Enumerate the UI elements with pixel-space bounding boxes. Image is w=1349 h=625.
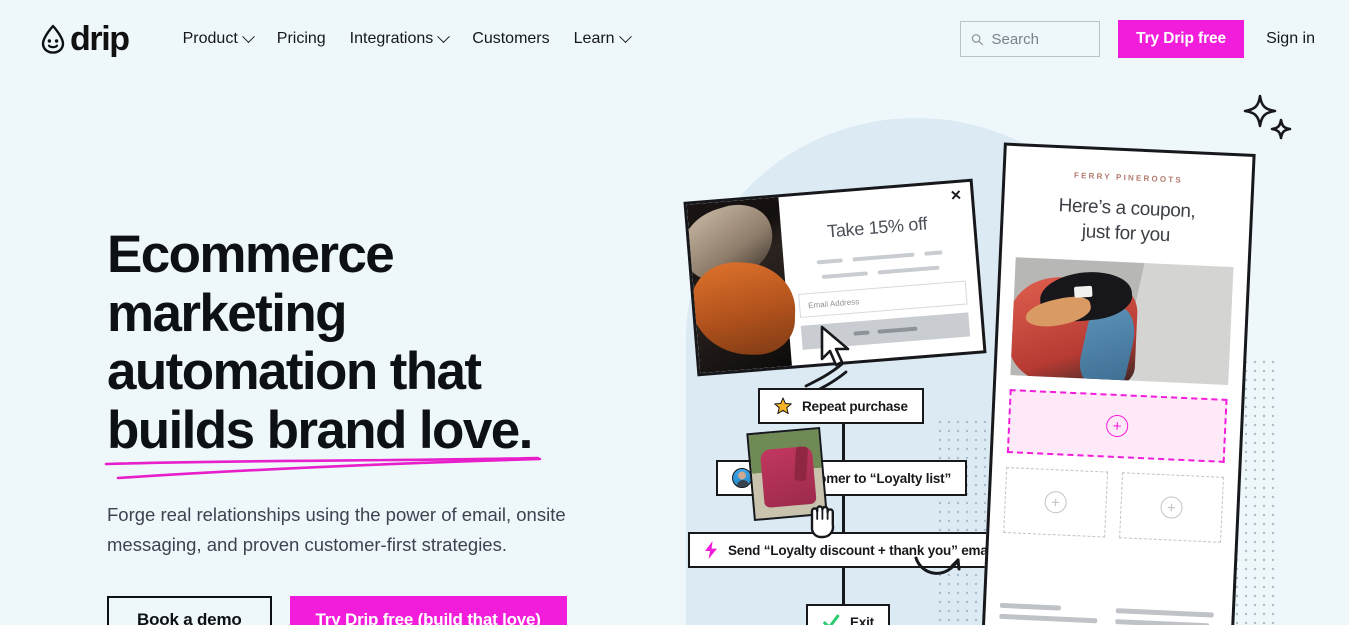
nav-label: Learn (573, 30, 615, 47)
workflow-connector (842, 568, 845, 604)
headline-line-4-wrap: builds brand love. (104, 400, 542, 479)
headline-underline-accent (104, 456, 542, 479)
hero-subhead: Forge real relationships using the power… (107, 504, 566, 555)
search-input[interactable] (991, 30, 1090, 48)
email-hero-photo (1010, 257, 1234, 385)
search-box[interactable] (960, 21, 1101, 57)
workflow-connector (842, 424, 845, 460)
email-headline: Here’s a coupon, just for you (1002, 191, 1250, 252)
curved-arrow-icon (914, 556, 961, 575)
plus-icon: + (1105, 414, 1129, 438)
grabbing-hand-icon (810, 505, 835, 539)
email-dropzone-active[interactable]: + (1006, 389, 1228, 463)
popup-title: Take 15% off (826, 213, 928, 242)
header-actions: Try Drip free Sign in (960, 20, 1315, 58)
nav-label: Integrations (349, 30, 434, 47)
workflow-node-label: Exit (850, 614, 874, 625)
headline-line-2: marketing (107, 283, 348, 343)
sign-in-link[interactable]: Sign in (1266, 30, 1315, 48)
logo-wordmark: drip (70, 20, 130, 58)
chevron-down-icon (618, 29, 632, 43)
email-brand-label: FERRY PINEROOTS (1073, 170, 1184, 185)
popup-placeholder-text (795, 244, 964, 282)
nav-label: Customers (472, 30, 550, 47)
try-drip-free-hero-button[interactable]: Try Drip free (build that love) (289, 596, 567, 625)
headline-line-4: builds brand love. (107, 400, 533, 460)
plus-icon: + (1160, 496, 1184, 520)
nav-item-product[interactable]: Product (171, 24, 265, 54)
headline-line-3: automation that (107, 342, 482, 401)
popup-product-photo (686, 197, 792, 374)
email-slot-right[interactable]: + (1119, 472, 1224, 543)
popup-email-input[interactable]: Email Address (798, 280, 968, 318)
book-a-demo-button[interactable]: Book a demo (107, 596, 272, 625)
plus-icon: + (1044, 490, 1068, 514)
email-footer-placeholder (998, 602, 1218, 625)
nav-item-learn[interactable]: Learn (562, 24, 642, 54)
sparkle-icon (1243, 94, 1292, 140)
popup-body: ✕ Take 15% off Email Address (778, 182, 983, 366)
workflow-node-label: Repeat purchase (802, 398, 908, 414)
email-slot-row: + + (1003, 466, 1224, 543)
nav-label: Product (182, 30, 238, 47)
email-headline-line-2: just for you (1081, 221, 1171, 247)
chevron-down-icon (241, 29, 255, 43)
landing-page: drip Product Pricing Integrations Custom… (0, 0, 1349, 625)
email-builder-mockup: FERRY PINEROOTS Here’s a coupon, just fo… (980, 142, 1256, 625)
check-icon (823, 614, 840, 625)
hero-cta-row: Book a demo Try Drip free (build that lo… (107, 596, 647, 625)
close-x-icon[interactable]: ✕ (949, 187, 962, 204)
nav-item-integrations[interactable]: Integrations (338, 24, 461, 54)
try-drip-free-nav-button[interactable]: Try Drip free (1118, 20, 1245, 58)
search-icon (971, 33, 983, 45)
site-header: drip Product Pricing Integrations Custom… (0, 0, 1349, 78)
drip-droplet-face-icon (41, 24, 65, 54)
nav-item-pricing[interactable]: Pricing (265, 24, 338, 54)
nav-item-customers[interactable]: Customers (460, 24, 561, 54)
email-headline-line-1: Here’s a coupon, (1058, 195, 1196, 223)
arrow-cursor-icon (820, 325, 850, 367)
popup-email-placeholder: Email Address (807, 296, 860, 310)
nav-label: Pricing (276, 30, 326, 47)
star-icon (774, 397, 792, 415)
workflow-connector (842, 496, 845, 532)
email-slot-left[interactable]: + (1003, 466, 1109, 538)
hero-illustration: ✕ Take 15% off Email Address Repeat purc… (620, 70, 1349, 625)
workflow-node-repeat-purchase[interactable]: Repeat purchase (758, 388, 924, 424)
hero-copy: Ecommerce marketing automation that buil… (104, 225, 647, 625)
headline-line-1: Ecommerce (107, 225, 395, 284)
lightning-bolt-icon (705, 541, 717, 559)
workflow-node-exit[interactable]: Exit (806, 604, 890, 625)
page-title: Ecommerce marketing automation that buil… (104, 225, 647, 479)
chevron-down-icon (437, 29, 451, 43)
primary-nav: Product Pricing Integrations Customers L… (171, 24, 642, 54)
drip-logo[interactable]: drip (40, 20, 130, 58)
